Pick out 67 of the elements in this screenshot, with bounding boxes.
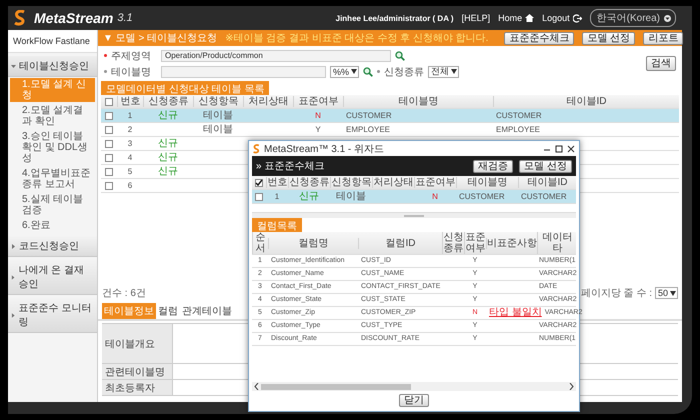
table-cell-text: CUSTOMER: [520, 190, 568, 202]
notice-text: ※테이블 검증 결과 비표준 대상은 수정 후 신청해야 합니다.: [225, 32, 488, 45]
table-cell-text: 2: [126, 124, 134, 136]
list-title: 컬럼목록: [252, 218, 302, 232]
table-cell-text: 4: [126, 152, 134, 164]
user-name: Jinhee Lee/administrator ( DA ): [336, 14, 454, 22]
sidebar-title: WorkFlow Fastlane: [8, 30, 97, 53]
table-cell-text: 1: [126, 110, 134, 122]
section-label: 표준준수 모니터링: [18, 302, 92, 329]
table-cell-text: 신규: [157, 152, 179, 164]
table-cell-text: 테이블: [202, 124, 234, 136]
table-cell-text: 테이블: [335, 190, 367, 202]
table-cell-text: 신규: [157, 166, 179, 178]
field-label: 주제영역: [111, 50, 152, 62]
column-header: 신청종류: [442, 232, 464, 254]
column-header: 컬럼ID: [358, 238, 442, 248]
dialog-heading: » 표준준수체크: [256, 160, 324, 173]
table-cell-text: CUSTOMER: [458, 190, 506, 202]
table-cell-text: 3: [126, 138, 134, 150]
column-header: 신청종류: [288, 177, 330, 188]
table-cell-text: 6: [126, 180, 134, 192]
section-label: 나에게 온 결재 승인: [18, 264, 85, 291]
column-header: 신청종류: [143, 96, 193, 107]
column-header: 표준여부: [414, 177, 456, 188]
table-cell-text: N: [314, 110, 322, 122]
column-header: 데이터타: [537, 232, 577, 254]
column-header: 표준여부: [464, 232, 486, 254]
column-header: 신청항목: [193, 96, 243, 107]
table-cell-text: EMPLOYEE: [495, 124, 542, 136]
table-cell-text: N: [431, 190, 439, 202]
detail-label: 테이블개요: [102, 324, 172, 363]
field-label: 테이블명: [111, 66, 152, 78]
page-size-label: 페이지당 줄 수 :: [580, 287, 652, 300]
table-cell-text: CUSTOMER: [345, 110, 393, 122]
column-header: 테이블명: [343, 96, 493, 107]
column-header: 처리상태: [372, 177, 414, 188]
table-cell-text: 1: [274, 190, 280, 202]
detail-label: 관련테이블명: [102, 364, 172, 379]
breadcrumb: ▼ 모델 > 테이블신청요청: [103, 32, 218, 45]
app-name: MetaStream: [34, 10, 114, 26]
column-header: 번호: [117, 96, 143, 107]
field-label: 신청종류: [384, 66, 424, 78]
column-header: 컬럼명: [268, 238, 358, 248]
section-label: 테이블신청승인: [19, 60, 89, 73]
table-cell-text: CUSTOMER: [495, 110, 543, 122]
table-cell-text: 신규: [157, 138, 179, 150]
list-title: 모델데이터별 신청대상 테이블 목록: [101, 81, 270, 95]
column-header: 비표준사항: [486, 238, 537, 248]
column-header: 순서: [252, 232, 268, 254]
column-header: 신청항목: [330, 177, 372, 188]
dialog-title: MetaStream™ 3.1 - 위자드: [264, 142, 384, 156]
column-header: 테이블ID: [518, 177, 576, 188]
app-version: 3.1: [117, 12, 133, 24]
section-label: 코드신청승인: [19, 240, 79, 253]
table-cell-text: 신규: [157, 110, 179, 122]
column-header: 처리상태: [243, 96, 293, 107]
row-count: 건수 : 6건: [102, 287, 146, 300]
column-header: 번호: [266, 177, 288, 188]
table-cell-text: Y: [314, 124, 322, 136]
table-cell-text: 신규: [298, 190, 320, 202]
table-cell-text: 테이블: [202, 110, 234, 122]
column-header: 테이블명: [456, 177, 518, 188]
detail-label: 최초등록자: [102, 380, 172, 395]
table-cell-text: 5: [126, 166, 134, 178]
column-header: 테이블ID: [493, 96, 679, 107]
column-header: 표준여부: [293, 96, 343, 107]
table-cell-text: EMPLOYEE: [345, 124, 392, 136]
